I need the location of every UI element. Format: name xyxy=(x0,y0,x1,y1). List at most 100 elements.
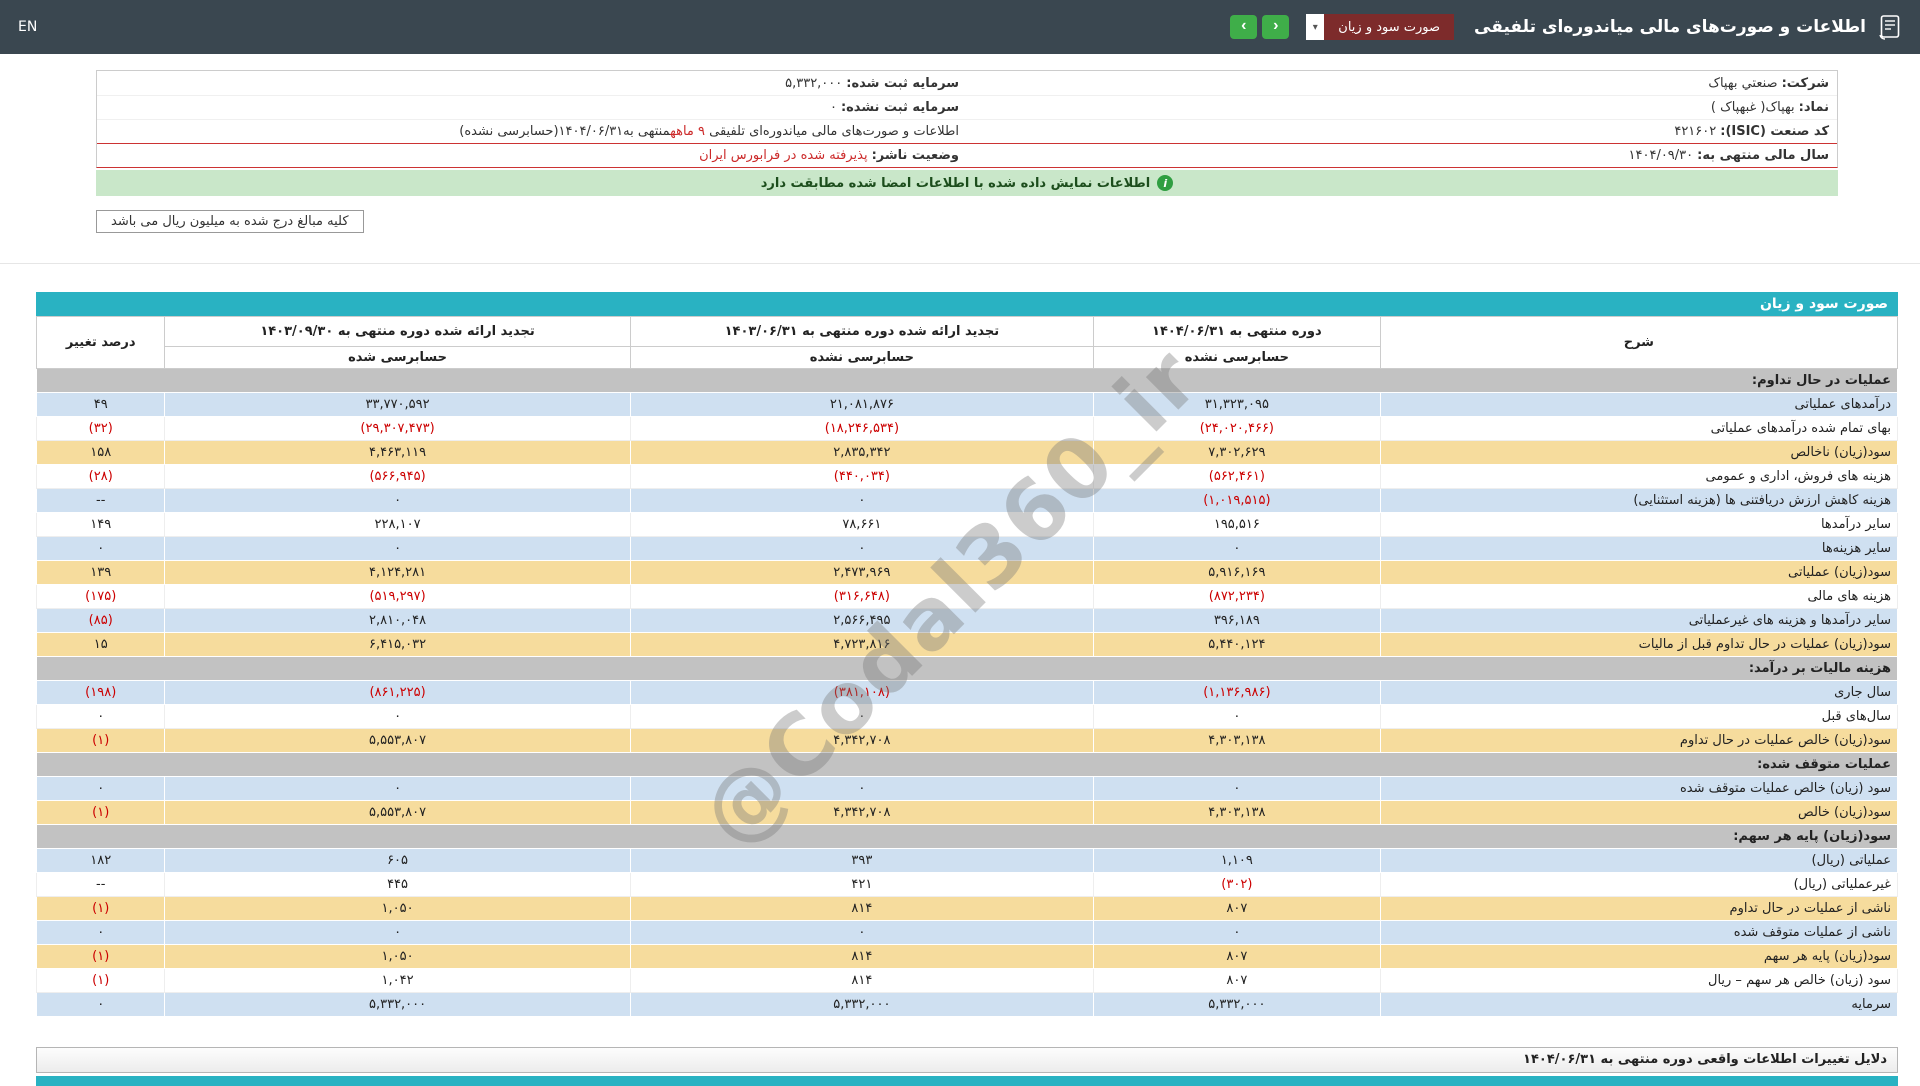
value-cell: ۴,۳۴۲,۷۰۸ xyxy=(630,801,1093,825)
value-cell: (۵۶۲,۴۶۱) xyxy=(1094,465,1381,489)
statement-row: بهای تمام شده درآمدهای عملیاتی(۲۴,۰۲۰,۴۶… xyxy=(37,417,1898,441)
value-cell: ۴,۳۴۲,۷۰۸ xyxy=(630,729,1093,753)
value-cell: ۵,۳۳۲,۰۰۰ xyxy=(1094,993,1381,1017)
value-cell: ۰ xyxy=(630,489,1093,513)
value-cell: ۰ xyxy=(1094,705,1381,729)
value-cell: ۱,۰۴۲ xyxy=(165,969,630,993)
col-header-period-current: دوره منتهی به ۱۴۰۴/۰۶/۳۱ xyxy=(1094,317,1381,347)
statement-row: سود(زیان) عملیاتی۵,۹۱۶,۱۶۹۲,۴۷۳,۹۶۹۴,۱۲۴… xyxy=(37,561,1898,585)
value-cell: ۴۹ xyxy=(37,393,165,417)
col-header-period-restated-midyear: تجدید ارائه شده دوره منتهی به ۱۴۰۳/۰۶/۳۱ xyxy=(630,317,1093,347)
row-label: سود(زیان) پایه هر سهم xyxy=(1380,945,1897,969)
statement-row: سال جاری(۱,۱۳۶,۹۸۶)(۳۸۱,۱۰۸)(۸۶۱,۲۲۵)(۱۹… xyxy=(37,681,1898,705)
value-cell: ۵,۳۳۲,۰۰۰ xyxy=(165,993,630,1017)
col-header-percent-change: درصد تغییر xyxy=(37,317,165,369)
statement-row: سایر درآمدها و هزینه های غیرعملیاتی۳۹۶,۱… xyxy=(37,609,1898,633)
value-cell: ۲۲۸,۱۰۷ xyxy=(165,513,630,537)
company-info-label: کد صنعت (ISIC): xyxy=(1720,124,1829,139)
value-cell: ۵,۵۵۳,۸۰۷ xyxy=(165,729,630,753)
company-info-value: اطلاعات و صورت‌های مالی میاندوره‌ای تلفی… xyxy=(705,124,959,139)
footnote-section-header: دلایل تغییرات اطلاعات واقعی دوره منتهی ب… xyxy=(36,1047,1898,1073)
value-cell: -- xyxy=(37,873,165,897)
value-cell: ۴,۳۰۳,۱۳۸ xyxy=(1094,729,1381,753)
value-cell: ۲,۴۷۳,۹۶۹ xyxy=(630,561,1093,585)
value-cell: (۱) xyxy=(37,969,165,993)
signature-match-text: اطلاعات نمایش داده شده با اطلاعات امضا ش… xyxy=(761,176,1151,191)
value-cell: ۱۸۲ xyxy=(37,849,165,873)
row-label: سود (زیان) خالص هر سهم – ریال xyxy=(1380,969,1897,993)
value-cell: ۰ xyxy=(37,537,165,561)
statement-type-dropdown[interactable]: ▾ صورت سود و زیان xyxy=(1306,14,1454,40)
value-cell: (۲۸) xyxy=(37,465,165,489)
value-cell: (۱,۰۱۹,۵۱۵) xyxy=(1094,489,1381,513)
row-label: هزینه های مالی xyxy=(1380,585,1897,609)
value-cell: (۸۵) xyxy=(37,609,165,633)
value-cell: ۰ xyxy=(1094,537,1381,561)
value-cell: (۵۱۹,۲۹۷) xyxy=(165,585,630,609)
company-info-label: سرمایه ثبت شده: xyxy=(846,76,959,91)
company-info-label: سرمایه ثبت نشده: xyxy=(841,100,959,115)
value-cell: ۳۹۶,۱۸۹ xyxy=(1094,609,1381,633)
value-cell: ۵,۹۱۶,۱۶۹ xyxy=(1094,561,1381,585)
signature-match-banner: i اطلاعات نمایش داده شده با اطلاعات امضا… xyxy=(96,170,1838,196)
value-cell: (۸۶۱,۲۲۵) xyxy=(165,681,630,705)
value-cell: ۱۹۵,۵۱۶ xyxy=(1094,513,1381,537)
value-cell: (۵۶۶,۹۴۵) xyxy=(165,465,630,489)
statement-report-icon xyxy=(1878,14,1902,40)
language-toggle[interactable]: EN xyxy=(18,19,37,35)
nav-back-button[interactable]: ‹ xyxy=(1230,15,1257,39)
value-cell: ۰ xyxy=(165,705,630,729)
row-label: ناشی از عملیات متوقف شده xyxy=(1380,921,1897,945)
value-cell: ۷,۳۰۲,۶۲۹ xyxy=(1094,441,1381,465)
value-cell: ۴,۱۲۴,۲۸۱ xyxy=(165,561,630,585)
company-info-label: شرکت: xyxy=(1782,76,1829,91)
value-cell: ۰ xyxy=(1094,777,1381,801)
section-row: عملیات در حال تداوم: xyxy=(37,369,1898,393)
value-cell: ۳۹۳ xyxy=(630,849,1093,873)
company-info-cell: سرمایه ثبت شده:۵,۳۳۲,۰۰۰ xyxy=(97,76,967,91)
company-info-value: ۱۴۰۴/۰۹/۳۰ xyxy=(1629,148,1694,163)
row-label: سود (زیان) خالص عملیات متوقف شده xyxy=(1380,777,1897,801)
company-info-cell: وضعیت ناشر:پذیرفته شده در فرابورس ایران xyxy=(97,148,967,163)
nav-forward-button[interactable]: › xyxy=(1262,15,1289,39)
statement-row: سال‌های قبل۰۰۰۰ xyxy=(37,705,1898,729)
value-cell: ۰ xyxy=(1094,921,1381,945)
currency-unit-note: کلیه مبالغ درج شده به میلیون ریال می باش… xyxy=(96,210,364,233)
value-cell: ۵,۴۴۰,۱۲۴ xyxy=(1094,633,1381,657)
value-cell: ۸۱۴ xyxy=(630,897,1093,921)
value-cell: ۲,۸۳۵,۳۴۲ xyxy=(630,441,1093,465)
statement-row: سایر هزینه‌ها۰۰۰۰ xyxy=(37,537,1898,561)
row-label: سایر هزینه‌ها xyxy=(1380,537,1897,561)
company-info-value: بهپاک( غبهپاک ) xyxy=(1711,100,1795,115)
statement-row: هزینه کاهش ارزش دریافتنی ها (هزینه استثن… xyxy=(37,489,1898,513)
value-cell: ۴,۷۲۳,۸۱۶ xyxy=(630,633,1093,657)
col-header-description: شرح xyxy=(1380,317,1897,369)
value-cell: ۲,۸۱۰,۰۴۸ xyxy=(165,609,630,633)
value-cell: ۸۱۴ xyxy=(630,945,1093,969)
value-cell: ۴,۳۰۳,۱۳۸ xyxy=(1094,801,1381,825)
row-label: هزینه کاهش ارزش دریافتنی ها (هزینه استثن… xyxy=(1380,489,1897,513)
value-cell: ۱,۰۵۰ xyxy=(165,945,630,969)
value-cell: (۱) xyxy=(37,945,165,969)
company-info-value: صنعتي بهپاک xyxy=(1708,76,1777,91)
value-cell: ۰ xyxy=(165,921,630,945)
value-cell: ۰ xyxy=(630,537,1093,561)
row-label: سایر درآمدها و هزینه های غیرعملیاتی xyxy=(1380,609,1897,633)
row-label: سایر درآمدها xyxy=(1380,513,1897,537)
value-cell: ۱,۰۵۰ xyxy=(165,897,630,921)
statement-row: درآمدهای عملیاتی۳۱,۳۲۳,۰۹۵۲۱,۰۸۱,۸۷۶۳۳,۷… xyxy=(37,393,1898,417)
row-label: سال‌های قبل xyxy=(1380,705,1897,729)
company-info-cell: شرکت: صنعتي بهپاک xyxy=(967,76,1837,91)
value-cell: ۵,۳۳۲,۰۰۰ xyxy=(630,993,1093,1017)
statement-row: سود(زیان) خالص عملیات در حال تداوم۴,۳۰۳,… xyxy=(37,729,1898,753)
value-cell: ۸۰۷ xyxy=(1094,969,1381,993)
statement-row: هزینه های فروش، اداری و عمومی(۵۶۲,۴۶۱)(۴… xyxy=(37,465,1898,489)
row-label: درآمدهای عملیاتی xyxy=(1380,393,1897,417)
value-cell: ۳۳,۷۷۰,۵۹۲ xyxy=(165,393,630,417)
row-label: سرمایه xyxy=(1380,993,1897,1017)
audit-status-current: حسابرسی نشده xyxy=(1094,347,1381,369)
value-cell: (۸۷۲,۲۳۴) xyxy=(1094,585,1381,609)
value-cell: ۰ xyxy=(165,777,630,801)
value-cell: ۶,۴۱۵,۰۳۲ xyxy=(165,633,630,657)
value-cell: ۶۰۵ xyxy=(165,849,630,873)
